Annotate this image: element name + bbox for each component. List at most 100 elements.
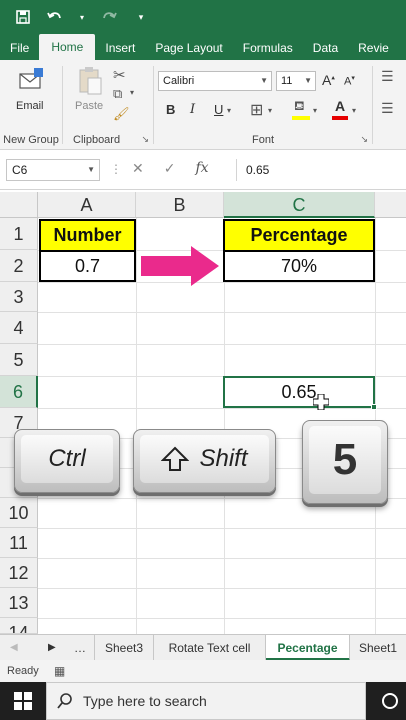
macro-record-icon[interactable]: ▦ [54,660,65,682]
shift-key-face: Shift [140,435,269,483]
sheet-tab-sheet1[interactable]: Sheet1 [350,635,406,661]
sheet-tab-rotate-text-cell[interactable]: Rotate Text cell [154,635,266,661]
ctrl-key: Ctrl [14,429,120,493]
status-text: Ready [7,665,39,677]
shift-arrow-icon [161,446,190,471]
insert-function-button[interactable]: fx [195,160,208,177]
row-header-2[interactable]: 2 [0,250,38,282]
tab-file[interactable]: File [0,36,39,60]
scroll-left-icon[interactable]: ◀ [10,635,18,661]
column-header-a[interactable]: A [38,192,136,218]
cancel-icon[interactable]: ✕ [132,160,144,177]
undo-icon[interactable] [46,8,64,26]
copy-dropdown-icon[interactable]: ▾ [130,88,134,97]
new-group-label: New Group [3,134,59,146]
font-size-value: 11 [281,75,293,87]
sheet-tab-sheet3[interactable]: Sheet3 [94,635,154,661]
paste-label: Paste [75,100,104,112]
scroll-right-icon[interactable]: ▶ [48,635,56,661]
formula-input[interactable]: 0.65 [236,159,402,181]
select-all-corner[interactable] [0,192,38,218]
undo-dropdown-icon[interactable]: ▾ [78,8,86,26]
row-header-5[interactable]: 5 [0,344,38,376]
cursor-cross-icon [313,394,329,410]
font-color-dropdown-icon[interactable]: ▾ [352,106,356,115]
tab-review[interactable]: Revie [348,36,399,60]
tab-data[interactable]: Data [303,36,348,60]
sheet-tab-pecentage[interactable]: Pecentage [266,635,350,661]
align-top-icon[interactable]: ☰ [381,68,394,85]
font-color-icon[interactable]: A [332,98,348,120]
row-header-11[interactable]: 11 [0,528,38,558]
shift-key: Shift [133,429,276,493]
chevron-down-icon: ▼ [260,76,268,85]
search-icon [57,693,72,709]
paste-icon [79,67,102,95]
font-label: Font [251,134,274,146]
gridline [38,618,406,619]
taskbar-search-box[interactable]: Type here to search [46,682,366,720]
sheet-tab-bar: ◀ ▶ … Sheet3 Rotate Text cell Pecentage … [0,634,406,661]
row-header-4[interactable]: 4 [0,312,38,344]
gridline [38,408,406,409]
cell-c2[interactable]: 70% [223,250,375,282]
underline-dropdown-icon[interactable]: ▾ [227,106,231,115]
cell-a2[interactable]: 0.7 [39,250,136,282]
copy-icon[interactable]: ⧉ [113,86,122,102]
cortana-icon[interactable] [381,692,399,710]
column-header-d[interactable] [375,192,406,218]
column-header-c[interactable]: C [224,192,375,218]
borders-icon[interactable]: ⊞ [250,100,263,120]
chevron-down-icon: ▼ [87,165,95,174]
formula-bar: C6 ▼ ⋮ ✕ ✓ fx 0.65 [0,150,406,190]
name-box[interactable]: C6 ▼ [6,159,100,181]
tab-page-layout[interactable]: Page Layout [145,36,232,60]
ctrl-key-label: Ctrl [21,435,113,483]
enter-icon[interactable]: ✓ [164,160,176,177]
paste-button[interactable]: Paste [73,66,107,116]
email-button[interactable]: Email [14,66,48,116]
increase-font-icon[interactable]: A▴ [322,72,335,88]
row-header-10[interactable]: 10 [0,498,38,528]
borders-dropdown-icon[interactable]: ▾ [268,106,272,115]
bold-button[interactable]: B [166,102,175,117]
font-name-select[interactable]: Calibri ▼ [158,71,272,91]
cell-a1[interactable]: Number [39,219,136,252]
font-launcher-icon[interactable]: ↘ [360,134,368,145]
cell-c6[interactable]: 0.65 [223,376,375,408]
format-painter-icon[interactable]: 🖌 [113,106,130,122]
cut-icon[interactable]: ✂ [113,66,126,84]
row-header-6[interactable]: 6 [0,376,38,408]
fill-color-icon[interactable]: ⛾ [292,98,310,120]
customize-toolbar-icon[interactable]: ▾ [132,8,150,26]
row-header-3[interactable]: 3 [0,282,38,312]
cell-c1[interactable]: Percentage [223,219,375,252]
clipboard-launcher-icon[interactable]: ↘ [141,134,149,145]
save-icon[interactable] [14,8,32,26]
status-bar: Ready ▦ [0,660,406,682]
windows-start-icon[interactable] [14,692,32,710]
row-header-12[interactable]: 12 [0,558,38,588]
tab-formulas[interactable]: Formulas [233,36,303,60]
search-placeholder: Type here to search [83,693,207,709]
align-left-icon[interactable]: ☰ [381,100,394,117]
chevron-down-icon: ▼ [304,76,312,85]
ribbon-tabs: File Home Insert Page Layout Formulas Da… [0,34,406,60]
column-header-b[interactable]: B [136,192,224,218]
underline-button[interactable]: U [214,102,223,117]
row-header-14[interactable]: 14 [0,618,38,634]
tab-home[interactable]: Home [39,34,96,60]
gridline [136,218,137,634]
more-sheets-icon[interactable]: … [74,635,86,661]
fill-handle[interactable] [371,404,377,410]
font-size-select[interactable]: 11 ▼ [276,71,316,91]
row-header-1[interactable]: 1 [0,218,38,250]
decrease-font-icon[interactable]: A▾ [344,74,355,88]
gridline [38,312,406,313]
tab-insert[interactable]: Insert [95,36,145,60]
italic-button[interactable]: I [190,102,195,117]
redo-icon[interactable] [100,8,118,26]
fill-color-dropdown-icon[interactable]: ▾ [313,106,317,115]
more-options-icon[interactable]: ⋮ [110,162,122,176]
row-header-13[interactable]: 13 [0,588,38,618]
